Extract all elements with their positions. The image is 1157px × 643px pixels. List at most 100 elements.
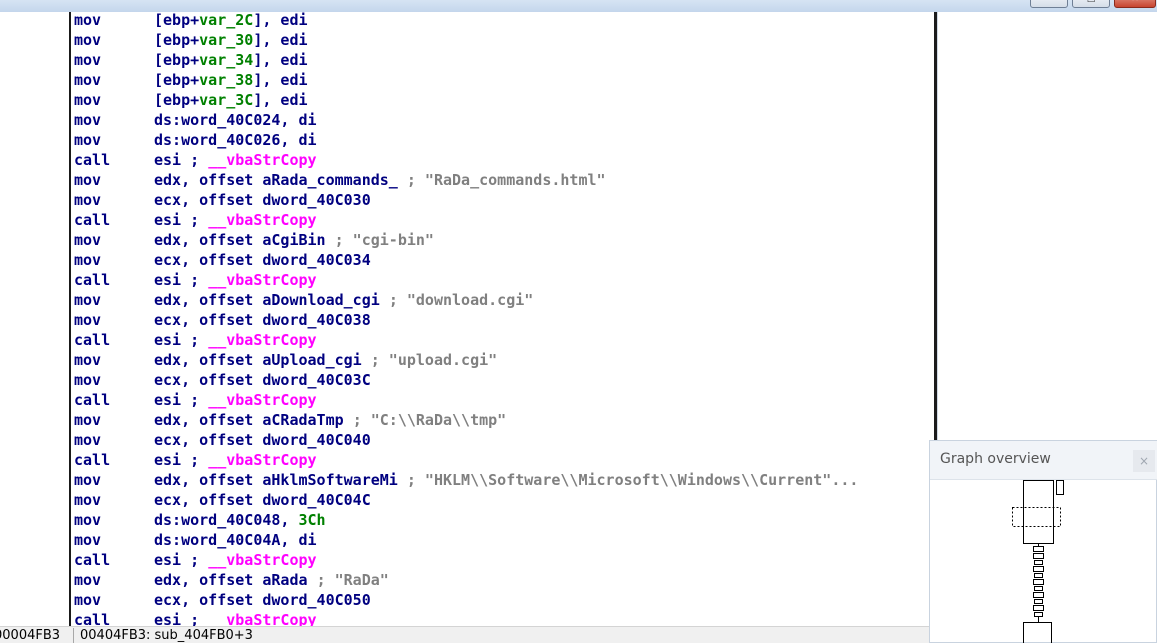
code-line[interactable]: call esi ; __vbaStrCopy: [74, 550, 317, 570]
code-line[interactable]: mov ecx, offset dword_40C050: [74, 590, 371, 610]
operand: ds:word_40C04A, di: [154, 531, 317, 549]
instruction-mnemonic: call: [74, 151, 111, 169]
operand: [ebp+: [154, 31, 200, 49]
code-line[interactable]: mov edx, offset aRada_commands_ ; "RaDa_c…: [74, 170, 606, 190]
function-name[interactable]: __vbaStrCopy: [208, 211, 316, 229]
code-line[interactable]: call esi ; __vbaStrCopy: [74, 270, 317, 290]
operand: [ebp+: [154, 51, 200, 69]
function-name[interactable]: __vbaStrCopy: [208, 151, 316, 169]
code-line[interactable]: mov edx, offset aHklmSoftwareMi ; "HKLM\\…: [74, 470, 858, 490]
code-line[interactable]: call esi ; __vbaStrCopy: [74, 390, 317, 410]
code-line[interactable]: mov ds:word_40C04A, di: [74, 530, 317, 550]
string-comment: ; "RaDa_commands.html": [406, 171, 606, 189]
code-line[interactable]: call esi ; __vbaStrCopy: [74, 330, 317, 350]
code-line[interactable]: call esi ; __vbaStrCopy: [74, 210, 317, 230]
code-line[interactable]: mov edx, offset aUpload_cgi ; "upload.cgi…: [74, 350, 497, 370]
code-line[interactable]: mov edx, offset aCgiBin ; "cgi-bin": [74, 230, 434, 250]
code-line[interactable]: call esi ; __vbaStrCopy: [74, 450, 317, 470]
operand: esi: [154, 331, 191, 349]
code-line[interactable]: mov [ebp+var_2C], edi: [74, 12, 308, 30]
variable-name[interactable]: var_34: [199, 51, 253, 69]
variable-name[interactable]: var_3C: [199, 91, 253, 109]
code-line[interactable]: mov ds:word_40C026, di: [74, 130, 317, 150]
instruction-mnemonic: mov: [74, 351, 102, 369]
instruction-mnemonic: mov: [74, 91, 102, 109]
string-comment: ; "RaDa": [316, 571, 389, 589]
operand: ecx, offset dword_40C034: [154, 251, 371, 269]
operand: esi: [154, 271, 191, 289]
code-line[interactable]: mov edx, offset aRada ; "RaDa": [74, 570, 389, 590]
function-name[interactable]: __vbaStrCopy: [208, 331, 316, 349]
operand: ecx, offset dword_40C040: [154, 431, 371, 449]
immediate-value: 3Ch: [298, 511, 326, 529]
comment-separator: ;: [190, 391, 209, 409]
operand: edx, offset aRada: [154, 571, 317, 589]
close-window-button[interactable]: ✕: [1114, 0, 1156, 8]
operand: ], edi: [253, 71, 308, 89]
close-icon: ✕: [1131, 0, 1139, 4]
minimize-icon: —: [1045, 0, 1054, 4]
overview-node: [1034, 599, 1043, 604]
instruction-mnemonic: mov: [74, 291, 102, 309]
operand: ds:word_40C048,: [154, 511, 299, 529]
string-comment: ; "cgi-bin": [334, 231, 434, 249]
code-line[interactable]: mov [ebp+var_34], edi: [74, 50, 308, 70]
operand: [ebp+: [154, 91, 200, 109]
variable-name[interactable]: var_38: [199, 71, 253, 89]
operand: edx, offset aCRadaTmp: [154, 411, 353, 429]
code-line[interactable]: call esi ; __vbaStrCopy: [74, 610, 317, 626]
code-line[interactable]: mov ecx, offset dword_40C04C: [74, 490, 371, 510]
operand: ecx, offset dword_40C03C: [154, 371, 371, 389]
function-name[interactable]: __vbaStrCopy: [208, 611, 316, 626]
instruction-mnemonic: mov: [74, 471, 102, 489]
status-file-offset: 00004FB3: [0, 628, 61, 643]
function-name[interactable]: __vbaStrCopy: [208, 551, 316, 569]
string-comment: ; "upload.cgi": [370, 351, 498, 369]
code-block[interactable]: mov [ebp+var_2C], edi mov [ebp+var_30], edi…: [69, 12, 934, 626]
code-line[interactable]: mov ecx, offset dword_40C034: [74, 250, 371, 270]
code-line[interactable]: mov ecx, offset dword_40C040: [74, 430, 371, 450]
instruction-mnemonic: mov: [74, 311, 102, 329]
graph-overview-canvas[interactable]: [930, 480, 1156, 643]
instruction-mnemonic: mov: [74, 71, 102, 89]
operand: ], edi: [253, 31, 308, 49]
maximize-button[interactable]: □: [1072, 0, 1110, 8]
function-name[interactable]: __vbaStrCopy: [208, 391, 316, 409]
code-line[interactable]: mov ecx, offset dword_40C038: [74, 310, 371, 330]
string-comment: ; "C:\\RaDa\\tmp": [352, 411, 507, 429]
operand: ], edi: [253, 51, 308, 69]
comment-separator: ;: [190, 271, 209, 289]
operand: esi: [154, 611, 191, 626]
code-line[interactable]: mov [ebp+var_3C], edi: [74, 90, 308, 110]
instruction-mnemonic: mov: [74, 12, 102, 29]
code-line[interactable]: mov edx, offset aCRadaTmp ; "C:\\RaDa\\tm…: [74, 410, 506, 430]
comment-separator: ;: [190, 611, 209, 626]
code-line[interactable]: call esi ; __vbaStrCopy: [74, 150, 317, 170]
instruction-mnemonic: mov: [74, 111, 102, 129]
code-line[interactable]: mov [ebp+var_38], edi: [74, 70, 308, 90]
overview-node: [1033, 592, 1044, 598]
code-line[interactable]: mov edx, offset aDownload_cgi ; "download…: [74, 290, 533, 310]
minimize-button[interactable]: —: [1030, 0, 1068, 8]
graph-canvas-area[interactable]: [937, 12, 1157, 440]
variable-name[interactable]: var_2C: [199, 12, 253, 29]
overview-node: [1023, 622, 1052, 643]
disassembly-view[interactable]: mov [ebp+var_2C], edi mov [ebp+var_30], edi…: [0, 12, 934, 626]
code-line[interactable]: mov ecx, offset dword_40C030: [74, 190, 371, 210]
overview-node: [1033, 566, 1044, 572]
variable-name[interactable]: var_30: [199, 31, 253, 49]
function-name[interactable]: __vbaStrCopy: [208, 451, 316, 469]
comment-separator: ;: [190, 151, 209, 169]
code-line[interactable]: mov ds:word_40C024, di: [74, 110, 317, 130]
code-line[interactable]: mov ecx, offset dword_40C03C: [74, 370, 371, 390]
operand: ecx, offset dword_40C038: [154, 311, 371, 329]
instruction-mnemonic: mov: [74, 571, 102, 589]
function-name[interactable]: __vbaStrCopy: [208, 271, 316, 289]
graph-overview-close-button[interactable]: ×: [1133, 450, 1155, 472]
instruction-mnemonic: call: [74, 551, 111, 569]
instruction-mnemonic: mov: [74, 51, 102, 69]
code-line[interactable]: mov ds:word_40C048, 3Ch: [74, 510, 326, 530]
instruction-mnemonic: mov: [74, 491, 102, 509]
comment-separator: ;: [190, 551, 209, 569]
code-line[interactable]: mov [ebp+var_30], edi: [74, 30, 308, 50]
